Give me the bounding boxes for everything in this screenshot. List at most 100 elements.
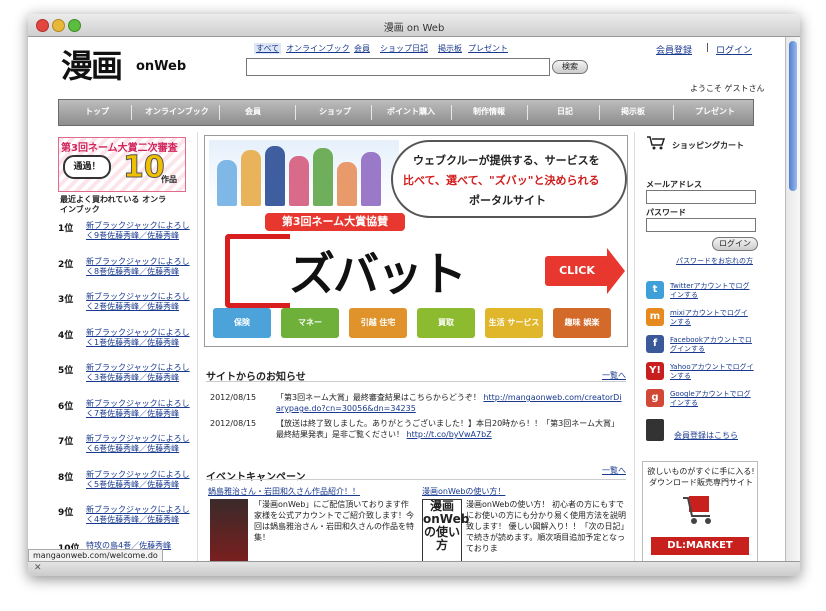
ranking-position: 5位	[58, 366, 74, 376]
social-login-icon[interactable]: g	[646, 389, 664, 407]
search-button[interactable]: 検索	[552, 60, 588, 74]
nav-diary[interactable]: 日記	[557, 106, 573, 117]
ranking-book-author[interactable]: 佐藤秀峰／佐藤秀峰	[107, 231, 179, 240]
banner-category-button[interactable]: マネー	[281, 308, 339, 338]
pass-count: 10	[123, 150, 166, 186]
forgot-password-link[interactable]: パスワードをお忘れの方	[676, 256, 753, 266]
ranking-book-link[interactable]: 新ブラックジャックによろしく2巻佐藤秀峰／佐藤秀峰	[86, 292, 191, 312]
banner-category-button[interactable]: 趣味 娯楽	[553, 308, 611, 338]
ranking-book-author[interactable]: 佐藤秀峰／佐藤秀峰	[107, 267, 179, 276]
social-login-link[interactable]: mixiアカウントでログインする	[670, 309, 754, 327]
search-tab-shop[interactable]: ショップ	[380, 43, 412, 54]
illustration-figure	[313, 148, 333, 206]
ranking-book-link[interactable]: 新ブラックジャックによろしく8巻佐藤秀峰／佐藤秀峰	[86, 257, 191, 277]
social-login-link[interactable]: Googleアカウントでログインする	[670, 390, 754, 408]
banner-speech-bubble: ウェブクルーが提供する、サービスを 比べて、選べて、"ズバッ"と決められる ポー…	[391, 140, 627, 218]
search-tab-diary[interactable]: 日記	[412, 43, 428, 54]
popular-books-heading: 最近よく買われている オンラインブック	[60, 195, 167, 214]
banner-category-button[interactable]: 買取	[417, 308, 475, 338]
click-button[interactable]: CLICK	[545, 256, 609, 286]
ranking-book-link[interactable]: 新ブラックジャックによろしく5巻佐藤秀峰／佐藤秀峰	[86, 470, 191, 490]
banner-category-button[interactable]: 保険	[213, 308, 271, 338]
event-title-link[interactable]: 漫画onWebの使い方！	[422, 486, 505, 497]
social-login-icon[interactable]: Y!	[646, 362, 664, 380]
ranking-book-author[interactable]: 佐藤秀峰／佐藤秀峰	[107, 338, 179, 347]
ranking-book-author[interactable]: 佐藤秀峰／佐藤秀峰	[107, 302, 179, 311]
ranking-book-link[interactable]: 新ブラックジャックによろしく3巻佐藤秀峰／佐藤秀峰	[86, 363, 191, 383]
search-input[interactable]	[246, 58, 550, 76]
ranking-book-link[interactable]: 新ブラックジャックによろしく7巻佐藤秀峰／佐藤秀峰	[86, 399, 191, 419]
shopping-cart-icon[interactable]	[646, 135, 666, 151]
event-thumbnail[interactable]	[210, 499, 248, 561]
main-nav: トップ オンラインブック 会員 ショップ ポイント購入 制作情報 日記 掲示板 …	[58, 99, 754, 126]
event-title-link[interactable]: 鍋島雅治さん・岩田和久さん作品紹介！！	[208, 486, 360, 497]
social-login-icon[interactable]: f	[646, 335, 664, 353]
ranking-book-author[interactable]: 佐藤秀峰／佐藤秀峰	[107, 515, 179, 524]
email-field[interactable]	[646, 190, 756, 204]
member-book-icon[interactable]	[646, 419, 664, 441]
nav-separator	[295, 105, 296, 120]
email-label: メールアドレス	[646, 180, 702, 189]
contest-badge[interactable]: 第3回ネーム大賞二次審査 通過！ 10 作品	[58, 137, 186, 192]
events-divider	[206, 479, 626, 480]
social-login-icon[interactable]: t	[646, 281, 664, 299]
password-field[interactable]	[646, 218, 756, 232]
zubat-banner[interactable]: ウェブクルーが提供する、サービスを 比べて、選べて、"ズバッ"と決められる ポー…	[204, 135, 628, 347]
ranking-book-author[interactable]: 佐藤秀峰／佐藤秀峰	[107, 480, 179, 489]
site-logo-sub[interactable]: onWeb	[136, 59, 186, 74]
nav-production[interactable]: 制作情報	[473, 106, 505, 117]
social-login-link[interactable]: Twitterアカウントでログインする	[670, 282, 754, 300]
ranking-book-link[interactable]: 新ブラックジャックによろしく6巻佐藤秀峰／佐藤秀峰	[86, 434, 191, 454]
member-register-bottom-link[interactable]: 会員登録はこちら	[674, 430, 738, 441]
window-title: 漫画 on Web	[383, 23, 445, 34]
social-login-link[interactable]: Yahooアカウントでログインする	[670, 363, 754, 381]
banner-category-button[interactable]: 引越 住宅	[349, 308, 407, 338]
nav-board[interactable]: 掲示板	[621, 106, 645, 117]
ranking-book-author[interactable]: 佐藤秀峰／佐藤秀峰	[107, 373, 179, 382]
search-tab-onlinebook[interactable]: オンラインブック	[286, 43, 350, 54]
banner-category-button[interactable]: 生活 サービス	[485, 308, 543, 338]
ranking-book-link[interactable]: 新ブラックジャックによろしく4巻佐藤秀峰／佐藤秀峰	[86, 505, 191, 525]
status-url: mangaonweb.com/welcome.do	[28, 549, 163, 562]
login-button[interactable]: ログイン	[712, 237, 758, 251]
close-status-icon[interactable]: ✕	[34, 563, 42, 573]
shopping-cart-label[interactable]: ショッピングカート	[672, 140, 744, 151]
ranking-book-author[interactable]: 佐藤秀峰／佐藤秀峰	[107, 444, 179, 453]
social-login-icon[interactable]: m	[646, 308, 664, 326]
site-logo[interactable]: 漫画	[61, 41, 123, 87]
login-link[interactable]: ログイン	[716, 43, 752, 56]
nav-shop[interactable]: ショップ	[319, 106, 351, 117]
news-link[interactable]: http://t.co/byVwA7bZ	[407, 430, 492, 439]
dlmarket-ad[interactable]: 欲しいものがすぐに手に入る! ダウンロード販売専門サイト DL:MARKET	[642, 461, 758, 561]
nav-top[interactable]: トップ	[85, 106, 109, 117]
nav-member[interactable]: 会員	[245, 106, 261, 117]
search-tab-board[interactable]: 掲示板	[438, 43, 462, 54]
ranking-book-link[interactable]: 新ブラックジャックによろしく9巻佐藤秀峰／佐藤秀峰	[86, 221, 191, 241]
vertical-scrollbar[interactable]	[785, 37, 800, 561]
title-bar: 漫画 on Web	[28, 14, 800, 37]
search-tab-present[interactable]: プレゼント	[468, 43, 508, 54]
search-tab-member[interactable]: 会員	[354, 43, 370, 54]
news-more-link[interactable]: 一覧へ	[602, 370, 626, 381]
howto-thumbnail[interactable]: 漫画onWebの使い方	[422, 499, 469, 561]
nav-present[interactable]: プレゼント	[695, 106, 735, 117]
social-login-link[interactable]: Facebookアカウントでログインする	[670, 336, 754, 354]
search-tab-all[interactable]: すべて	[254, 43, 282, 54]
nav-separator	[131, 105, 132, 120]
nav-onlinebook[interactable]: オンラインブック	[145, 106, 209, 117]
event-description: 漫画onWebの使い方！ 初心者の方にもすでにお使いの方にも分かり易く使用方法を…	[466, 500, 626, 553]
ranking-book-link[interactable]: 新ブラックジャックによろしく1巻佐藤秀峰／佐藤秀峰	[86, 328, 191, 348]
banner-line-1: ウェブクルーが提供する、サービスを	[413, 154, 600, 167]
banner-ribbon: 第3回ネーム大賞協賛	[265, 213, 405, 231]
member-register-link[interactable]: 会員登録	[656, 43, 692, 56]
nav-point[interactable]: ポイント購入	[387, 106, 435, 117]
ad-line-2: ダウンロード販売専門サイト	[649, 478, 753, 487]
ranking-book-author[interactable]: 佐藤秀峰／佐藤秀峰	[107, 409, 179, 418]
ranking-position: 2位	[58, 259, 74, 270]
scrollbar-thumb[interactable]	[789, 41, 797, 191]
events-more-link[interactable]: 一覧へ	[602, 465, 626, 476]
ranking-position: 6位	[58, 401, 74, 412]
news-date: 2012/08/15	[210, 393, 257, 402]
banner-illustration	[209, 140, 399, 206]
illustration-figure	[217, 160, 237, 206]
